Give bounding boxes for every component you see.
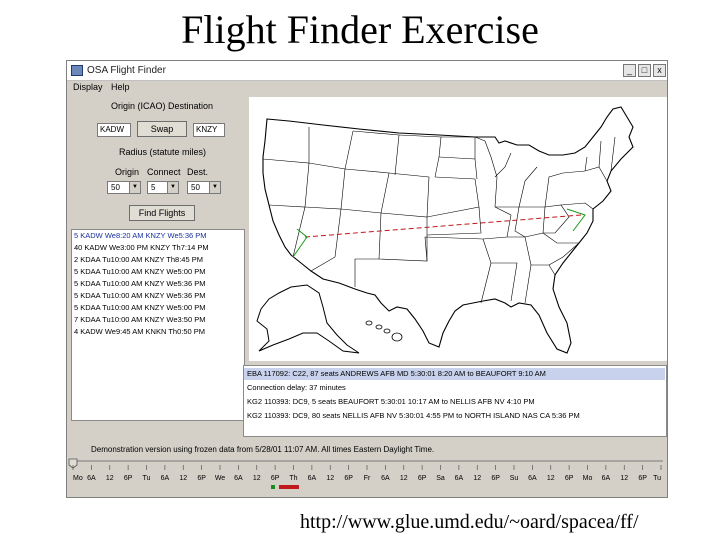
connect-radius-label: Connect: [147, 167, 181, 177]
menu-bar: Display Help: [67, 81, 667, 95]
chevron-down-icon: ▼: [129, 182, 140, 193]
timeline-label: 12: [473, 475, 481, 482]
timeline-label: 6P: [638, 475, 647, 482]
timeline-label: 6P: [491, 475, 500, 482]
timeline-label: 6A: [87, 475, 96, 482]
swap-button[interactable]: Swap: [137, 121, 187, 137]
timeline-label: We: [215, 475, 225, 482]
origin-destination-label: Origin (ICAO) Destination: [111, 101, 214, 111]
window-title: OSA Flight Finder: [87, 65, 166, 76]
dest-radius-label: Dest.: [187, 167, 209, 177]
radius-label: Radius (statute miles): [119, 147, 207, 157]
list-item[interactable]: 40 KADW We3:00 PM KNZY Th7:14 PM: [74, 242, 209, 254]
list-item[interactable]: 2 KDAA Tu10:00 AM KNZY Th8:45 PM: [74, 254, 203, 266]
timeline-start-marker: [271, 485, 275, 489]
list-item[interactable]: 5 KDAA Tu10:00 AM KNZY We5:00 PM: [74, 266, 205, 278]
status-text: Demonstration version using frozen data …: [91, 445, 435, 454]
timeline-label: Sa: [436, 475, 445, 482]
timeline-label: 12: [326, 475, 334, 482]
timeline-label: 12: [547, 475, 555, 482]
menu-display[interactable]: Display: [73, 82, 103, 92]
chevron-down-icon: ▼: [167, 182, 178, 193]
timeline-label: 6P: [197, 475, 206, 482]
results-list[interactable]: 5 KADW We8:20 AM KNZY We5:36 PM 40 KADW …: [71, 229, 245, 421]
timeline-graphic: Mo 6A 12 6P Tu 6A 12 6P We 6A 12 6P Th 6A 12 6P Fr 6A 12 6P…: [68, 458, 663, 489]
origin-radius-label: Origin: [115, 167, 140, 177]
title-bar[interactable]: OSA Flight Finder _ □ x: [67, 61, 667, 81]
timeline-label: 6A: [234, 475, 243, 482]
timeline-label: 12: [253, 475, 261, 482]
detail-row: KG2 110393: DC9, 5 seats BEAUFORT 5:30:0…: [247, 397, 535, 406]
us-map-graphic: [256, 106, 634, 354]
minimize-button[interactable]: _: [623, 64, 636, 77]
timeline-range-marker: [279, 485, 299, 489]
alaska-outline: [256, 284, 360, 354]
list-item[interactable]: 7 KDAA Tu10:00 AM KNZY We3:50 PM: [74, 314, 205, 326]
list-item[interactable]: 4 KADW We9:45 AM KNKN Th0:50 PM: [74, 326, 205, 338]
timeline-label: Tu: [653, 475, 661, 482]
flight-details: EBA 117092: C22, 87 seats ANDREWS AFB MD…: [243, 365, 667, 437]
chevron-down-icon: ▼: [209, 182, 220, 193]
list-item[interactable]: 5 KDAA Tu10:00 AM KNZY We5:00 PM: [74, 302, 205, 314]
hawaii-islands: [365, 320, 403, 342]
timeline-label: 6A: [161, 475, 170, 482]
origin-radius-select[interactable]: 50 ▼: [107, 181, 141, 194]
timeline-label: 6P: [124, 475, 133, 482]
connect-radius-select[interactable]: 5 ▼: [147, 181, 179, 194]
timeline-label: 6A: [381, 475, 390, 482]
detail-row[interactable]: EBA 117092: C22, 87 seats ANDREWS AFB MD…: [244, 368, 665, 380]
timeline-label: Th: [289, 475, 297, 482]
app-icon: [71, 65, 83, 76]
slide-title: Flight Finder Exercise: [181, 7, 539, 52]
timeline-label: 6A: [602, 475, 611, 482]
detail-row: Connection delay: 37 minutes: [247, 383, 346, 392]
source-url: http://www.glue.umd.edu/~oard/spacea/ff/: [300, 511, 639, 533]
timeline-label: 12: [400, 475, 408, 482]
timeline-label: 6A: [455, 475, 464, 482]
timeline-label: Mo: [583, 475, 593, 482]
origin-field[interactable]: KADW: [97, 123, 131, 137]
list-item[interactable]: 5 KADW We8:20 AM KNZY We5:36 PM: [74, 230, 207, 242]
timeline-label: 6P: [418, 475, 427, 482]
timeline-label: 12: [106, 475, 114, 482]
timeline-ticks: [72, 465, 662, 470]
timeline-label: 6A: [308, 475, 317, 482]
timeline-label: 6A: [528, 475, 537, 482]
timeline-label: Mo: [73, 475, 83, 482]
maximize-button[interactable]: □: [638, 64, 651, 77]
timeline-label: 12: [620, 475, 628, 482]
menu-help[interactable]: Help: [111, 82, 130, 92]
timeline-label: Tu: [143, 475, 151, 482]
timeline-label: Su: [510, 475, 519, 482]
us-map[interactable]: [249, 97, 667, 361]
list-item[interactable]: 5 KDAA Tu10:00 AM KNZY We5:36 PM: [74, 290, 205, 302]
timeline-label: Fr: [364, 475, 371, 482]
timeline-label: 12: [179, 475, 187, 482]
timeline-labels: Mo 6A 12 6P Tu 6A 12 6P We 6A 12 6P Th 6A 12 6P Fr 6A 12 6P…: [73, 475, 661, 482]
flight-finder-window: OSA Flight Finder _ □ x Display Help Ori…: [66, 60, 668, 498]
timeline-label: 6P: [344, 475, 353, 482]
timeline-label: 6P: [271, 475, 280, 482]
close-button[interactable]: x: [653, 64, 666, 77]
find-flights-button[interactable]: Find Flights: [129, 205, 195, 221]
timeline-slider[interactable]: Mo 6A 12 6P Tu 6A 12 6P We 6A 12 6P Th 6A 12 6P Fr 6A 12 6P…: [67, 457, 667, 497]
destination-field[interactable]: KNZY: [193, 123, 225, 137]
timeline-label: 6P: [565, 475, 574, 482]
status-bar: Demonstration version using frozen data …: [67, 443, 667, 457]
detail-row: KG2 110393: DC9, 80 seats NELLIS AFB NV …: [247, 411, 580, 420]
dest-radius-select[interactable]: 50 ▼: [187, 181, 221, 194]
list-item[interactable]: 5 KDAA Tu10:00 AM KNZY We5:36 PM: [74, 278, 205, 290]
